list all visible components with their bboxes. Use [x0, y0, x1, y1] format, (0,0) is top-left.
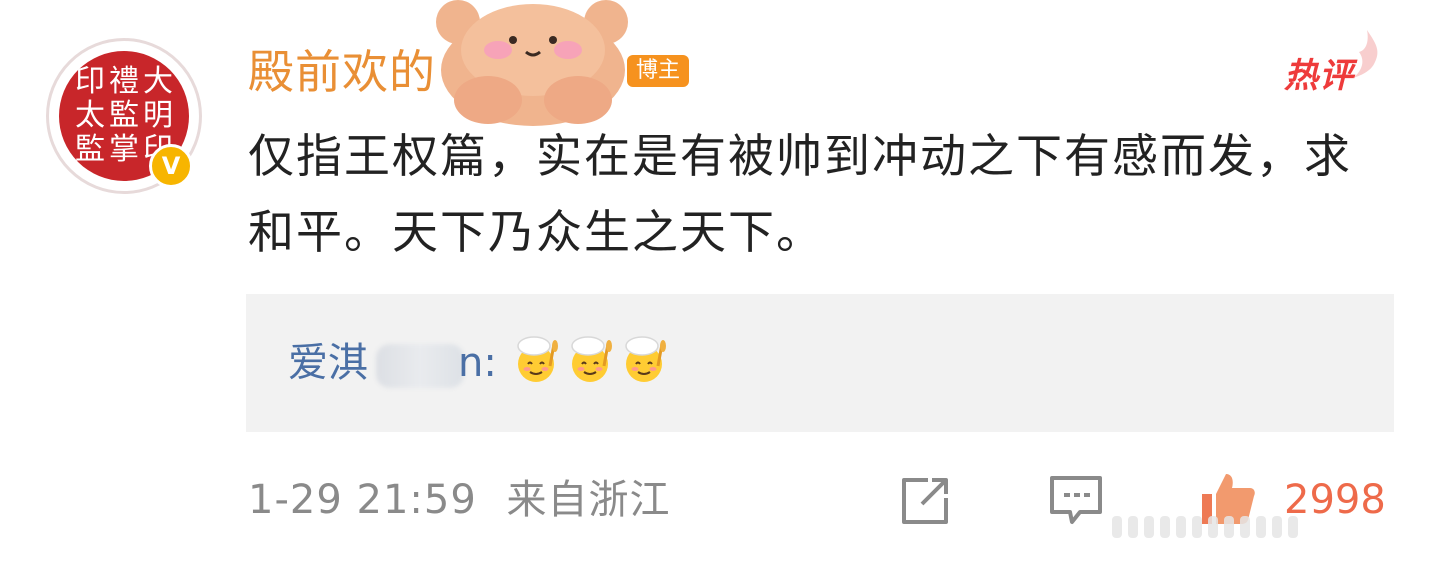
blurred-username-part	[376, 344, 464, 388]
watermark-mark	[1224, 516, 1234, 538]
watermark-mark	[1144, 516, 1154, 538]
seal-char: 禮	[109, 64, 139, 99]
comment-time: 1-29 21:59	[248, 477, 477, 523]
chef-emoji-icon	[517, 336, 558, 382]
hot-comment-label: 热评	[1284, 56, 1354, 96]
bear-sticker-icon	[436, 0, 628, 126]
verified-badge-icon: V	[149, 144, 193, 188]
chef-emoji-icon	[571, 336, 612, 382]
comment-text: 仅指王权篇，实在是有被帅到冲动之下有感而发，求和平。天下乃众生之天下。	[248, 129, 1352, 259]
watermark-mark	[1176, 516, 1186, 538]
comment-meta: 1-29 21:59 来自浙江	[248, 474, 671, 526]
watermark-mark	[1288, 516, 1298, 538]
seal-char: 明	[143, 98, 173, 133]
reply-emojis	[510, 334, 670, 386]
watermark-mark	[1272, 516, 1282, 538]
comment-icon[interactable]	[1048, 474, 1104, 526]
watermark-mark	[1192, 516, 1202, 538]
seal-char: 印	[75, 64, 105, 99]
seal-char: 監	[109, 98, 139, 133]
seal-char: 掌	[109, 132, 139, 167]
username[interactable]: 殿前欢的	[248, 42, 436, 102]
role-badge: 博主	[627, 55, 690, 87]
comment-location: 来自浙江	[506, 477, 671, 523]
seal-char: 大	[143, 64, 173, 99]
watermark-mark	[1112, 516, 1122, 538]
watermark-mark	[1128, 516, 1138, 538]
seal-char: 太	[75, 98, 105, 133]
watermark-mark	[1256, 516, 1266, 538]
watermark-mark	[1240, 516, 1250, 538]
share-icon[interactable]	[898, 474, 952, 528]
flame-icon	[1353, 30, 1378, 78]
watermark-mark	[1160, 516, 1170, 538]
reply-username-suffix: n:	[458, 340, 497, 386]
watermark-mark	[1208, 516, 1218, 538]
reply-username[interactable]: 爱淇	[288, 337, 368, 389]
watermark	[1112, 508, 1428, 546]
chef-emoji-icon	[625, 336, 666, 382]
seal-char: 監	[75, 132, 105, 167]
reply-preview[interactable]: 爱淇 n:	[246, 294, 1394, 432]
